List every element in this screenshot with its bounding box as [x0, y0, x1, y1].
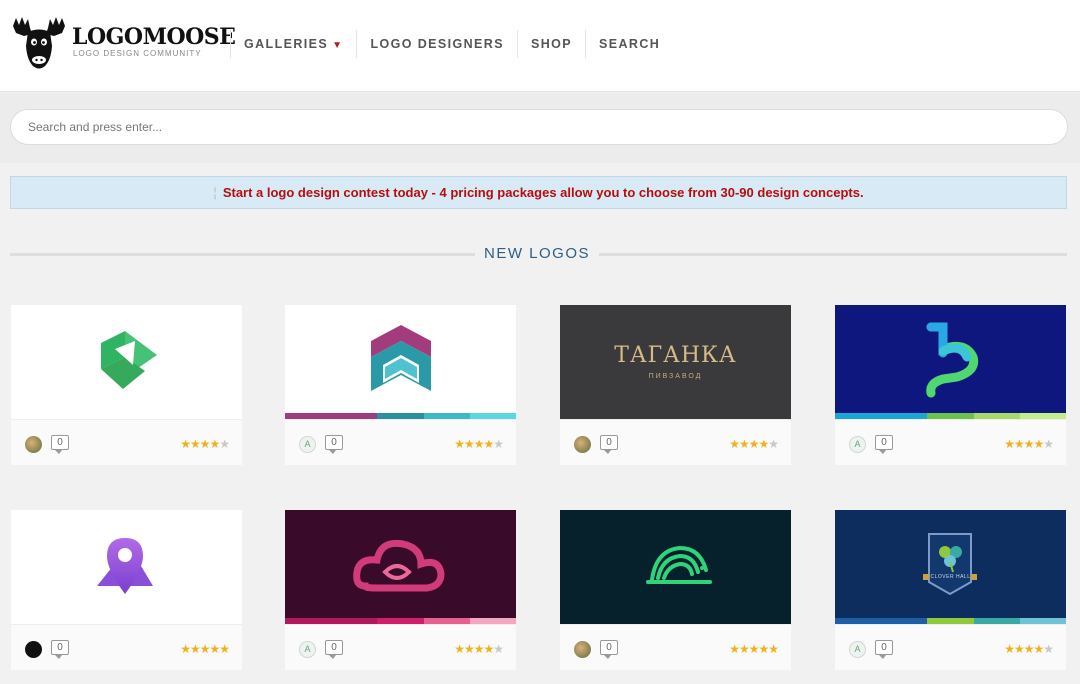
nav-item-galleries[interactable]: GALLERIES ▼ [230, 30, 356, 58]
avatar[interactable] [25, 641, 42, 658]
rating-stars: ★★★★★ [729, 642, 779, 656]
logo-thumbnail[interactable] [285, 305, 516, 419]
logo-thumbnail[interactable] [285, 510, 516, 624]
nav-item-shop[interactable]: SHOP [516, 30, 585, 58]
comment-count[interactable]: 0 [600, 640, 618, 659]
logo-wordmark: ТАГАНКА [614, 343, 737, 368]
logo-thumbnail[interactable]: ТАГАНКА ПИВЗАВОД [560, 305, 791, 419]
logo-card[interactable]: CLOVER HALL A 0 ★★★★★ [835, 510, 1066, 670]
logo-card-meta: A 0 ★★★★★ [285, 624, 516, 670]
comment-count[interactable]: 0 [51, 640, 69, 659]
logo-card-meta: A 0 ★★★★★ [285, 419, 516, 465]
section-divider-right [599, 253, 1067, 256]
logo-thumbnail[interactable] [11, 510, 242, 624]
logo-card-meta: 0 ★★★★★ [11, 419, 242, 465]
green-arrow-logo-icon [101, 331, 157, 389]
comment-count[interactable]: 0 [600, 435, 618, 454]
rating-stars: ★★★★★ [729, 437, 779, 451]
main-nav: GALLERIES ▼ LOGO DESIGNERS SHOP SEARCH [230, 30, 673, 58]
nav-item-logo-designers[interactable]: LOGO DESIGNERS [356, 30, 517, 58]
logo-card-meta: A 0 ★★★★★ [835, 624, 1066, 670]
avatar[interactable] [574, 641, 591, 658]
comment-count[interactable]: 0 [325, 435, 343, 454]
rating-stars: ★★★★★ [180, 642, 230, 656]
search-input[interactable] [10, 109, 1068, 145]
logo-subtitle: LOGO DESIGN COMMUNITY [73, 49, 202, 58]
caret-down-icon: ▼ [332, 40, 344, 51]
avatar[interactable]: A [849, 641, 866, 658]
promo-banner[interactable]: ¦ Start a logo design contest today - 4 p… [10, 176, 1067, 209]
logo-thumbnail[interactable] [835, 305, 1066, 419]
rating-stars: ★★★★★ [1004, 437, 1054, 451]
chevron-logo-icon [371, 325, 431, 391]
rating-stars: ★★★★★ [1004, 642, 1054, 656]
logo-card[interactable]: ТАГАНКА ПИВЗАВОД 0 ★★★★★ [560, 305, 791, 465]
logo-card-meta: 0 ★★★★★ [11, 624, 242, 670]
clover-shield-logo-icon [923, 533, 977, 596]
avatar[interactable]: A [299, 436, 316, 453]
comment-count[interactable]: 0 [325, 640, 343, 659]
cloud-logo-icon [353, 539, 445, 592]
logo-card[interactable]: 0 ★★★★★ [11, 305, 242, 465]
logo-title: LOGOMOOSE [72, 24, 236, 50]
logo-card-meta: 0 ★★★★★ [560, 624, 791, 670]
section-title: NEW LOGOS [483, 245, 590, 262]
search-bar [0, 93, 1080, 163]
avatar[interactable]: A [299, 641, 316, 658]
banner-icon: ¦ [213, 185, 217, 200]
banner-text: Start a logo design contest today - 4 pr… [222, 185, 864, 200]
logo-thumbnail[interactable]: CLOVER HALL [835, 510, 1066, 624]
comment-count[interactable]: 0 [875, 435, 893, 454]
logo-card[interactable]: 0 ★★★★★ [560, 510, 791, 670]
avatar[interactable] [25, 436, 42, 453]
nav-item-label: GALLERIES [244, 37, 329, 51]
avatar[interactable] [574, 436, 591, 453]
logo-card[interactable]: A 0 ★★★★★ [285, 305, 516, 465]
logo-thumbnail[interactable] [560, 510, 791, 624]
location-pin-logo-icon [97, 538, 153, 594]
nav-item-search[interactable]: SEARCH [585, 30, 673, 58]
site-logo[interactable]: LOGOMOOSE LOGO DESIGN COMMUNITY [10, 16, 236, 72]
site-header: LOGOMOOSE LOGO DESIGN COMMUNITY GALLERIE… [0, 0, 1080, 92]
logo-tagline: ПИВЗАВОД [648, 373, 703, 380]
comment-count[interactable]: 0 [51, 435, 69, 454]
logo-card-meta: 0 ★★★★★ [560, 419, 791, 465]
logo-card[interactable]: 0 ★★★★★ [11, 510, 242, 670]
rating-stars: ★★★★★ [180, 437, 230, 451]
comment-count[interactable]: 0 [875, 640, 893, 659]
badge-text: CLOVER HALL [930, 574, 971, 580]
logo-card-meta: A 0 ★★★★★ [835, 419, 1066, 465]
section-divider-left [10, 253, 475, 256]
logo-thumbnail[interactable] [11, 305, 242, 419]
rating-stars: ★★★★★ [454, 642, 504, 656]
letter-b-logo-icon [926, 322, 979, 398]
avatar[interactable]: A [849, 436, 866, 453]
hedgehog-logo-icon [646, 545, 712, 584]
rating-stars: ★★★★★ [454, 437, 504, 451]
moose-logo-icon [13, 17, 65, 69]
logo-card[interactable]: A 0 ★★★★★ [835, 305, 1066, 465]
logo-card[interactable]: A 0 ★★★★★ [285, 510, 516, 670]
